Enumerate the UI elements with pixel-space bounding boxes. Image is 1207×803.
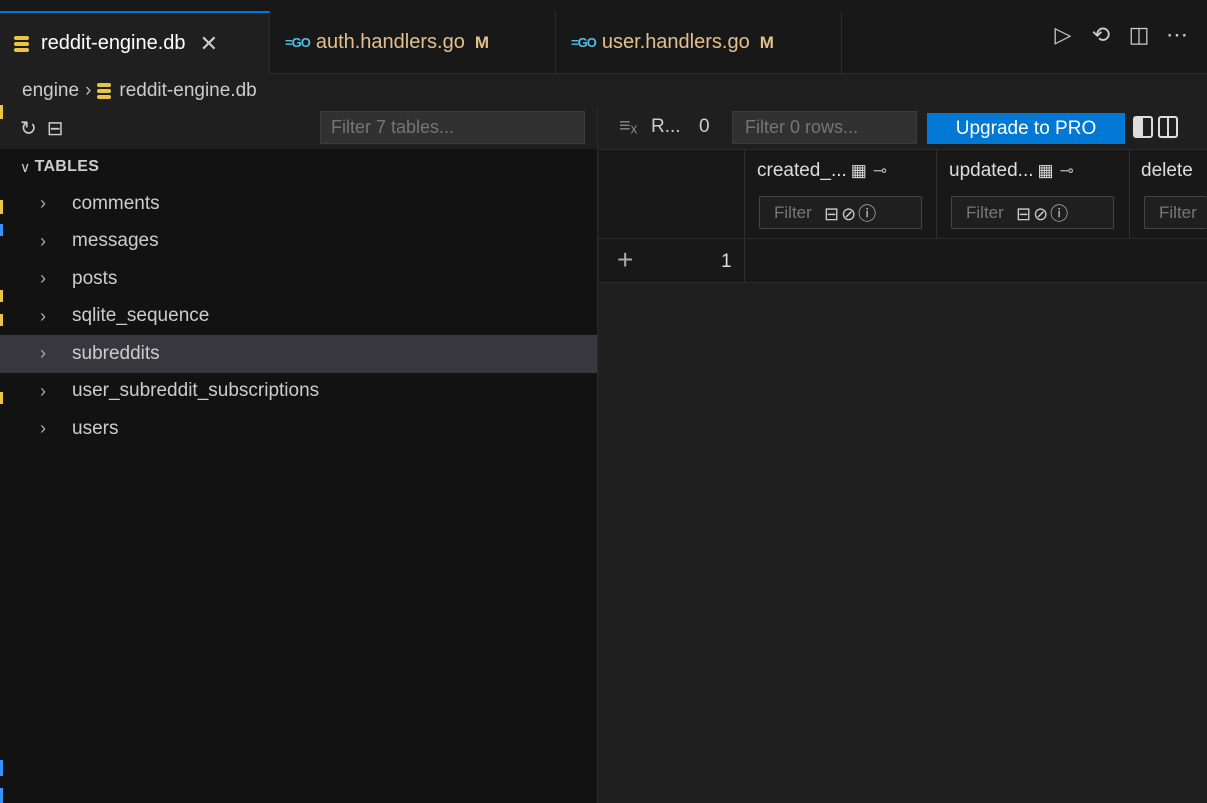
table-data-grid: ≡ₓ R... 0 Upgrade to PRO created_...▦⊸ F…: [599, 107, 1207, 803]
column-header-created[interactable]: created_... ▦ ⊸: [757, 160, 887, 182]
table-item-users[interactable]: › users: [0, 410, 597, 448]
toggle-left-panel-icon[interactable]: [1133, 116, 1153, 138]
filter-tables-input[interactable]: [320, 111, 585, 144]
tab-user-handlers-go[interactable]: =GO user.handlers.go M: [557, 11, 842, 74]
column-divider: [936, 150, 937, 240]
tab-label: user.handlers.go: [601, 31, 750, 53]
gutter-mark: [0, 392, 3, 404]
column-divider: [744, 239, 745, 283]
section-title: TABLES: [34, 158, 100, 175]
table-name: posts: [72, 267, 118, 289]
modified-badge: M: [474, 32, 490, 52]
breadcrumb-file[interactable]: reddit-engine.db: [119, 80, 256, 102]
clear-filter-icon[interactable]: ≡ₓ: [619, 115, 637, 138]
modified-badge: M: [759, 32, 774, 52]
filter-placeholder: Filter: [1159, 202, 1197, 222]
table-item-messages[interactable]: › messages: [0, 223, 597, 261]
chevron-right-icon: ›: [40, 268, 46, 289]
table-item-subreddits[interactable]: › subreddits: [0, 335, 597, 373]
chevron-right-icon: ›: [40, 193, 46, 214]
pin-icon[interactable]: ⊸: [1060, 161, 1074, 180]
filter-placeholder: Filter: [774, 202, 812, 222]
chevron-right-icon: ›: [40, 305, 46, 326]
collapse-all-icon[interactable]: ⊟: [47, 116, 64, 141]
column-divider: [744, 150, 745, 240]
gutter-mark: [0, 224, 3, 236]
tables-section-header[interactable]: ∨ TABLES: [0, 149, 597, 185]
breadcrumb: engine › reddit-engine.db: [0, 75, 1207, 107]
table-item-sqlite-sequence[interactable]: › sqlite_sequence: [0, 298, 597, 336]
column-filter-updated[interactable]: Filter ⊟⊘ⓘ: [951, 196, 1114, 229]
new-row: + 1: [599, 239, 1207, 283]
table-name: subreddits: [72, 342, 160, 364]
rows-label: R...: [651, 116, 681, 137]
gutter-mark: [0, 314, 3, 326]
column-name: delete: [1141, 160, 1193, 181]
column-name: created_...: [757, 160, 847, 181]
grid-toolbar: ≡ₓ R... 0 Upgrade to PRO: [599, 107, 1207, 149]
column-divider: [1129, 150, 1130, 240]
filter-options-icons[interactable]: ⊟⊘ⓘ: [824, 200, 878, 226]
database-icon: [97, 81, 112, 101]
go-file-icon: =GO: [571, 35, 597, 50]
database-icon: [14, 34, 29, 54]
table-item-user-subreddit-subscriptions[interactable]: › user_subreddit_subscriptions: [0, 373, 597, 411]
toggle-right-panel-icon[interactable]: [1158, 116, 1178, 138]
sidebar-toolbar: ↻ ⊟: [0, 107, 597, 149]
breadcrumb-folder[interactable]: engine: [22, 80, 79, 102]
run-icon[interactable]: ▷: [1051, 22, 1075, 48]
tables-sidebar: ↻ ⊟ ∨ TABLES › comments › messages › pos…: [0, 107, 598, 803]
gutter-mark: [0, 760, 3, 776]
editor-tab-bar: reddit-engine.db ✕ =GO auth.handlers.go …: [0, 0, 1207, 74]
gutter-mark: [0, 200, 3, 214]
row-number: 1: [721, 251, 732, 272]
pin-icon[interactable]: ⊸: [873, 161, 887, 180]
split-editor-icon[interactable]: ◫: [1127, 22, 1151, 48]
grid-empty-area: [599, 284, 1207, 803]
more-actions-icon[interactable]: ⋯: [1165, 22, 1189, 48]
calendar-icon: ▦: [850, 161, 867, 180]
rows-count: 0: [699, 116, 710, 137]
tab-auth-handlers-go[interactable]: =GO auth.handlers.go M: [271, 11, 556, 74]
column-header-deleted[interactable]: delete: [1141, 160, 1207, 182]
history-icon[interactable]: ⟲: [1089, 22, 1113, 48]
close-icon[interactable]: ✕: [200, 31, 218, 57]
table-name: comments: [72, 192, 160, 214]
column-header-row: created_... ▦ ⊸ Filter ⊟⊘ⓘ updated... ▦ ⊸ Fi…: [599, 149, 1207, 240]
chevron-right-icon: ›: [40, 343, 46, 364]
table-name: messages: [72, 230, 159, 252]
table-name: user_subreddit_subscriptions: [72, 380, 320, 402]
table-name: sqlite_sequence: [72, 305, 210, 327]
table-item-comments[interactable]: › comments: [0, 185, 597, 223]
chevron-right-icon: ›: [40, 418, 46, 439]
table-item-posts[interactable]: › posts: [0, 260, 597, 298]
chevron-down-icon: ∨: [20, 158, 31, 175]
column-filter-deleted[interactable]: Filter: [1144, 196, 1207, 229]
filter-options-icons[interactable]: ⊟⊘ⓘ: [1016, 200, 1070, 226]
column-header-updated[interactable]: updated... ▦ ⊸: [949, 160, 1074, 182]
upgrade-to-pro-button[interactable]: Upgrade to PRO: [927, 113, 1125, 144]
tab-label: reddit-engine.db: [41, 32, 186, 54]
tab-label: auth.handlers.go: [315, 31, 465, 53]
column-filter-created[interactable]: Filter ⊟⊘ⓘ: [759, 196, 922, 229]
go-file-icon: =GO: [285, 35, 311, 50]
editor-actions: ▷ ⟲ ◫ ⋯: [1051, 22, 1189, 48]
tab-reddit-engine-db[interactable]: reddit-engine.db ✕: [0, 11, 270, 74]
chevron-right-icon: ›: [40, 230, 46, 251]
table-name: users: [72, 417, 119, 439]
filter-rows-input[interactable]: [732, 111, 917, 144]
chevron-right-icon: ›: [40, 380, 46, 401]
filter-placeholder: Filter: [966, 202, 1004, 222]
refresh-icon[interactable]: ↻: [20, 116, 37, 141]
column-name: updated...: [949, 160, 1034, 181]
calendar-icon: ▦: [1037, 161, 1054, 180]
gutter-mark: [0, 290, 3, 302]
add-row-icon[interactable]: +: [617, 244, 633, 276]
gutter-mark: [0, 788, 3, 803]
gutter-mark: [0, 105, 3, 119]
chevron-right-icon: ›: [85, 80, 92, 101]
